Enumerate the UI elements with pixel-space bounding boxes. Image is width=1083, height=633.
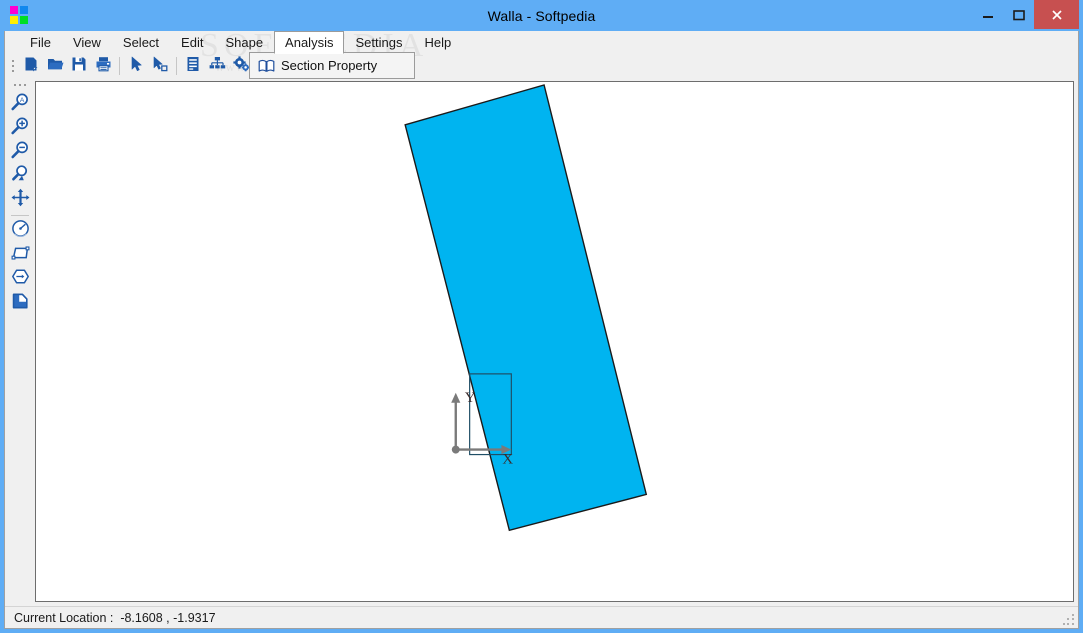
arrow-pointer-icon	[129, 56, 144, 77]
new-file-button[interactable]	[19, 55, 43, 77]
new-page-icon	[23, 56, 39, 77]
polygon-icon	[11, 245, 30, 266]
menu-bar: SOFTPEDIA www.softpedia.com File View Se…	[5, 27, 1078, 79]
l-section-icon	[11, 292, 30, 315]
select-pointer-button[interactable]	[124, 55, 148, 77]
magnifier-all-icon: A	[10, 92, 30, 117]
tools-separator	[11, 215, 29, 216]
toolbar-separator	[176, 57, 177, 75]
magnifier-plus-icon	[10, 116, 30, 141]
canvas-container: Y X	[35, 79, 1078, 606]
menu-view[interactable]: View	[62, 31, 112, 53]
section-polygon[interactable]	[404, 84, 648, 532]
draw-polygon-button[interactable]	[8, 243, 32, 267]
resize-grip-icon[interactable]	[1061, 612, 1074, 625]
close-button[interactable]	[1034, 0, 1079, 29]
menu-help[interactable]: Help	[413, 31, 462, 53]
arrow-pointer-rect-icon	[152, 56, 169, 77]
application-window: Walla - Softpedia SOFTPEDIA www.softpedi…	[0, 0, 1083, 633]
pan-move-icon	[11, 188, 30, 212]
magnifier-window-icon	[10, 164, 30, 189]
save-file-button[interactable]	[67, 55, 91, 77]
maximize-button[interactable]	[1003, 0, 1034, 29]
select-region-button[interactable]	[148, 55, 172, 77]
menu-item-section-property[interactable]: Section Property	[251, 54, 413, 77]
zoom-window-button[interactable]	[8, 164, 32, 188]
x-axis-label: X	[502, 452, 513, 468]
tools-toolbar: A	[5, 79, 35, 606]
printer-icon	[95, 56, 112, 77]
tools-toolbar-grip[interactable]	[11, 81, 29, 89]
drawing-canvas[interactable]: Y X	[35, 81, 1074, 602]
hierarchy-icon	[209, 56, 226, 76]
draw-section-button[interactable]	[8, 291, 32, 315]
menu-file[interactable]: File	[19, 31, 62, 53]
toolbar-separator	[119, 57, 120, 75]
status-location-value: -8.1608 , -1.9317	[120, 610, 216, 625]
menu-shape[interactable]: Shape	[214, 31, 274, 53]
title-bar: Walla - Softpedia	[4, 0, 1079, 31]
zoom-all-button[interactable]: A	[8, 92, 32, 116]
table-list-button[interactable]	[181, 55, 205, 77]
svg-text:A: A	[20, 97, 25, 104]
origin-dot	[451, 445, 460, 454]
magnifier-minus-icon	[10, 140, 30, 165]
status-location-label: Current Location :	[14, 610, 114, 625]
book-icon	[251, 59, 281, 73]
menu-edit[interactable]: Edit	[170, 31, 214, 53]
main-toolbar	[5, 53, 1078, 79]
window-controls	[972, 0, 1079, 29]
gears-icon	[232, 55, 250, 77]
work-area: A Y X	[5, 79, 1078, 606]
pan-button[interactable]	[8, 188, 32, 212]
floppy-save-icon	[71, 56, 87, 77]
minimize-button[interactable]	[972, 0, 1003, 29]
analysis-dropdown-menu: Section Property	[249, 52, 415, 79]
circle-arc-icon	[11, 219, 30, 243]
menu-item-label: Section Property	[281, 58, 378, 73]
draw-arc-button[interactable]	[8, 219, 32, 243]
status-location: Current Location : -8.1608 , -1.9317	[14, 611, 216, 625]
client-area: SOFTPEDIA www.softpedia.com File View Se…	[4, 27, 1079, 629]
zoom-out-button[interactable]	[8, 140, 32, 164]
toolbar-grip[interactable]	[9, 57, 17, 75]
canvas-svg: Y X	[404, 84, 648, 532]
y-axis-arrowhead	[451, 392, 461, 403]
list-table-icon	[186, 56, 200, 77]
menu-settings[interactable]: Settings	[344, 31, 413, 53]
y-axis-label: Y	[465, 390, 476, 406]
menu-select[interactable]: Select	[112, 31, 170, 53]
window-title: Walla - Softpedia	[487, 7, 596, 24]
hexagon-node-icon	[11, 268, 30, 290]
folder-open-icon	[47, 56, 64, 76]
zoom-in-button[interactable]	[8, 116, 32, 140]
open-file-button[interactable]	[43, 55, 67, 77]
hierarchy-button[interactable]	[205, 55, 229, 77]
menu-analysis[interactable]: Analysis	[274, 31, 345, 54]
status-bar: Current Location : -8.1608 , -1.9317	[5, 606, 1078, 628]
draw-hexagon-button[interactable]	[8, 267, 32, 291]
app-squares-icon	[8, 4, 30, 26]
print-button[interactable]	[91, 55, 115, 77]
